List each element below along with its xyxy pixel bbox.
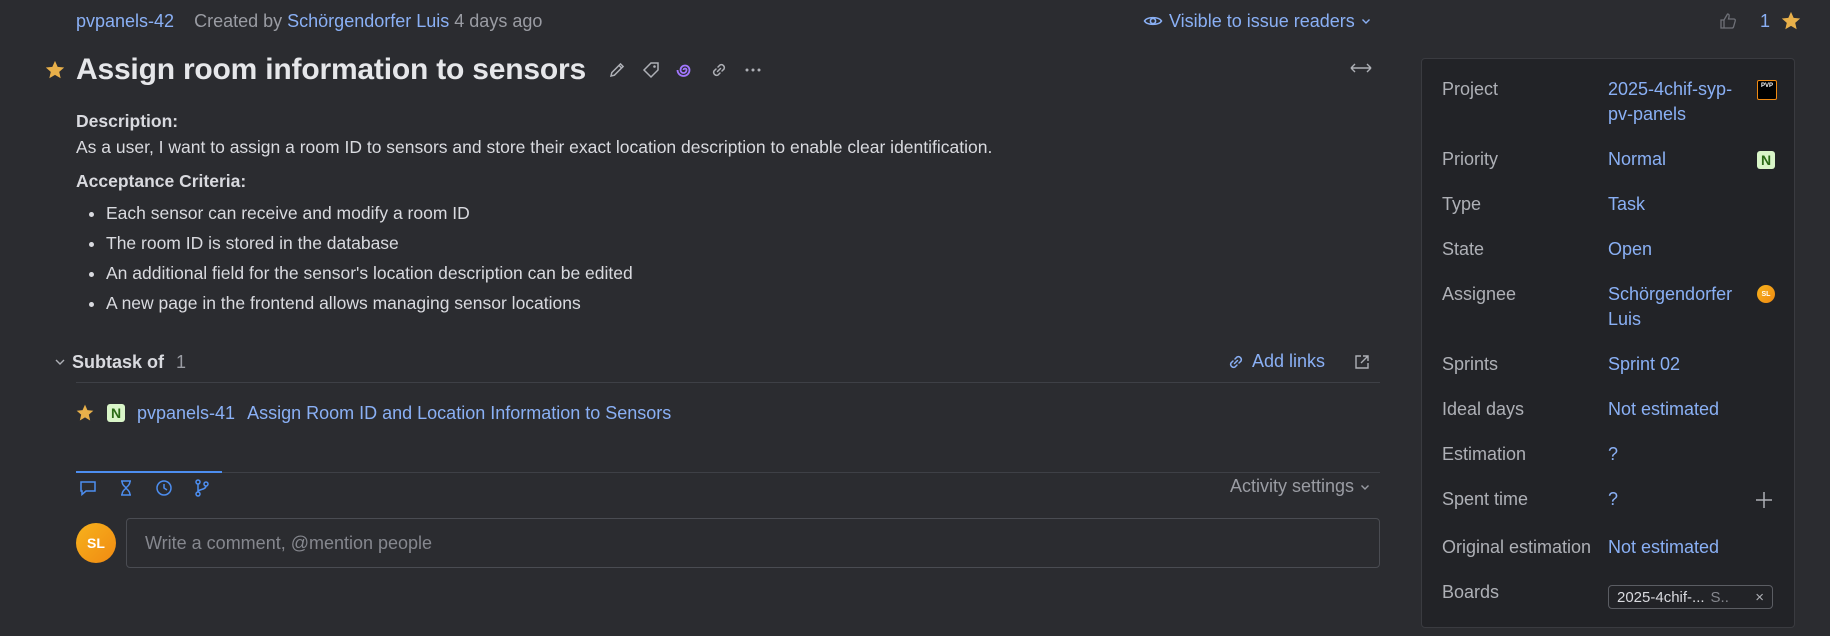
criteria-item: A new page in the frontend allows managi… [106, 288, 1376, 318]
linked-issue-id[interactable]: pvpanels-41 [137, 403, 235, 424]
links-count: 1 [176, 351, 187, 372]
hourglass-icon[interactable] [114, 476, 138, 500]
add-links-label: Add links [1252, 351, 1326, 371]
comments-icon[interactable] [76, 476, 100, 500]
criteria-heading: Acceptance Criteria: [76, 171, 247, 191]
estimation-field[interactable]: ? [1608, 442, 1748, 467]
votes-area: 1 [1718, 8, 1802, 34]
criteria-item: The room ID is stored in the database [106, 228, 1376, 258]
activity-settings-label: Activity settings [1230, 476, 1355, 496]
assignee-field[interactable]: Schörgendorfer Luis [1608, 282, 1748, 332]
close-icon[interactable]: × [1755, 589, 1764, 606]
linked-issue-summary[interactable]: Assign Room ID and Location Information … [247, 403, 671, 424]
issue-id-link[interactable]: pvpanels-42 [76, 11, 174, 32]
original-estimation-label: Original estimation [1442, 537, 1592, 557]
description-text: As a user, I want to assign a room ID to… [76, 137, 993, 157]
description-heading: Description: [76, 111, 179, 131]
assignee-avatar: SL [1757, 285, 1775, 303]
project-field[interactable]: 2025-4chif-syp-pv-panels [1608, 77, 1748, 127]
pencil-icon[interactable] [600, 53, 634, 87]
board-chip-name: 2025-4chif-... [1617, 588, 1705, 606]
active-tab-indicator [76, 471, 222, 473]
state-label: State [1442, 239, 1485, 259]
boards-label: Boards [1442, 582, 1500, 602]
branch-icon[interactable] [190, 476, 214, 500]
criteria-item: Each sensor can receive and modify a roo… [106, 198, 1376, 228]
plus-icon[interactable] [1753, 489, 1775, 511]
estimation-label: Estimation [1442, 444, 1527, 464]
board-chip[interactable]: 2025-4chif-... S.. × [1608, 585, 1773, 609]
links-section-label: Subtask of [72, 351, 165, 372]
assignee-label: Assignee [1442, 284, 1517, 304]
sprints-label: Sprints [1442, 354, 1499, 374]
author-link[interactable]: Schörgendorfer Luis [287, 11, 449, 32]
spent-time-field[interactable]: ? [1608, 487, 1748, 512]
star-count: 1 [1760, 10, 1771, 31]
clock-icon[interactable] [152, 476, 176, 500]
visibility-label: Visible to issue readers [1169, 10, 1355, 31]
eye-icon [1143, 11, 1163, 31]
thumbs-up-icon[interactable] [1718, 11, 1738, 31]
chevron-down-icon [1360, 482, 1370, 492]
link-icon [1226, 352, 1246, 372]
activity-settings-dropdown[interactable]: Activity settings [1230, 476, 1370, 497]
links-section-header[interactable]: Subtask of 1 [54, 345, 1380, 379]
priority-field[interactable]: Normal [1608, 147, 1748, 172]
ideal-days-label: Ideal days [1442, 399, 1525, 419]
comment-input[interactable] [126, 518, 1380, 568]
project-icon: PVP [1757, 80, 1777, 100]
avatar[interactable]: SL [76, 523, 116, 563]
ideal-days-field[interactable]: Not estimated [1608, 397, 1748, 422]
issue-description: Description: As a user, I want to assign… [76, 108, 1376, 318]
criteria-list: Each sensor can receive and modify a roo… [76, 198, 1376, 318]
expand-width-icon[interactable] [1348, 58, 1374, 78]
linked-issue-row[interactable]: N pvpanels-41 Assign Room ID and Locatio… [75, 400, 671, 426]
chevron-down-icon[interactable] [54, 356, 66, 368]
star-icon[interactable] [1780, 10, 1802, 32]
issue-fields-panel: Project 2025-4chif-syp-pv-panels PVP Pri… [1421, 58, 1795, 628]
board-chip-sprint: S.. [1710, 588, 1729, 606]
tag-icon[interactable] [634, 53, 668, 87]
add-links-button[interactable]: Add links [1226, 351, 1325, 372]
open-external-icon[interactable] [1352, 352, 1372, 372]
link-icon[interactable] [702, 53, 736, 87]
type-field[interactable]: Task [1608, 192, 1748, 217]
created-time: 4 days ago [454, 10, 543, 31]
ai-spiral-icon[interactable] [668, 53, 702, 87]
spent-time-label: Spent time [1442, 489, 1529, 509]
sprints-field[interactable]: Sprint 02 [1608, 352, 1748, 377]
activity-tabs [76, 474, 222, 502]
priority-badge: N [107, 404, 125, 422]
section-divider [76, 382, 1380, 383]
state-field[interactable]: Open [1608, 237, 1748, 262]
star-icon[interactable] [44, 59, 66, 81]
chevron-down-icon [1361, 16, 1371, 26]
type-label: Type [1442, 194, 1482, 214]
project-label: Project [1442, 79, 1499, 99]
more-icon[interactable] [736, 53, 770, 87]
star-icon[interactable] [75, 403, 95, 423]
created-by-label: Created by [194, 10, 283, 31]
criteria-item: An additional field for the sensor's loc… [106, 258, 1376, 288]
original-estimation-field[interactable]: Not estimated [1608, 535, 1748, 560]
priority-badge: N [1757, 151, 1775, 169]
activity-divider [76, 472, 1380, 473]
title-row: Assign room information to sensors [44, 48, 770, 92]
issue-title[interactable]: Assign room information to sensors [76, 53, 586, 87]
visibility-dropdown[interactable]: Visible to issue readers [1143, 8, 1371, 34]
priority-label: Priority [1442, 149, 1499, 169]
